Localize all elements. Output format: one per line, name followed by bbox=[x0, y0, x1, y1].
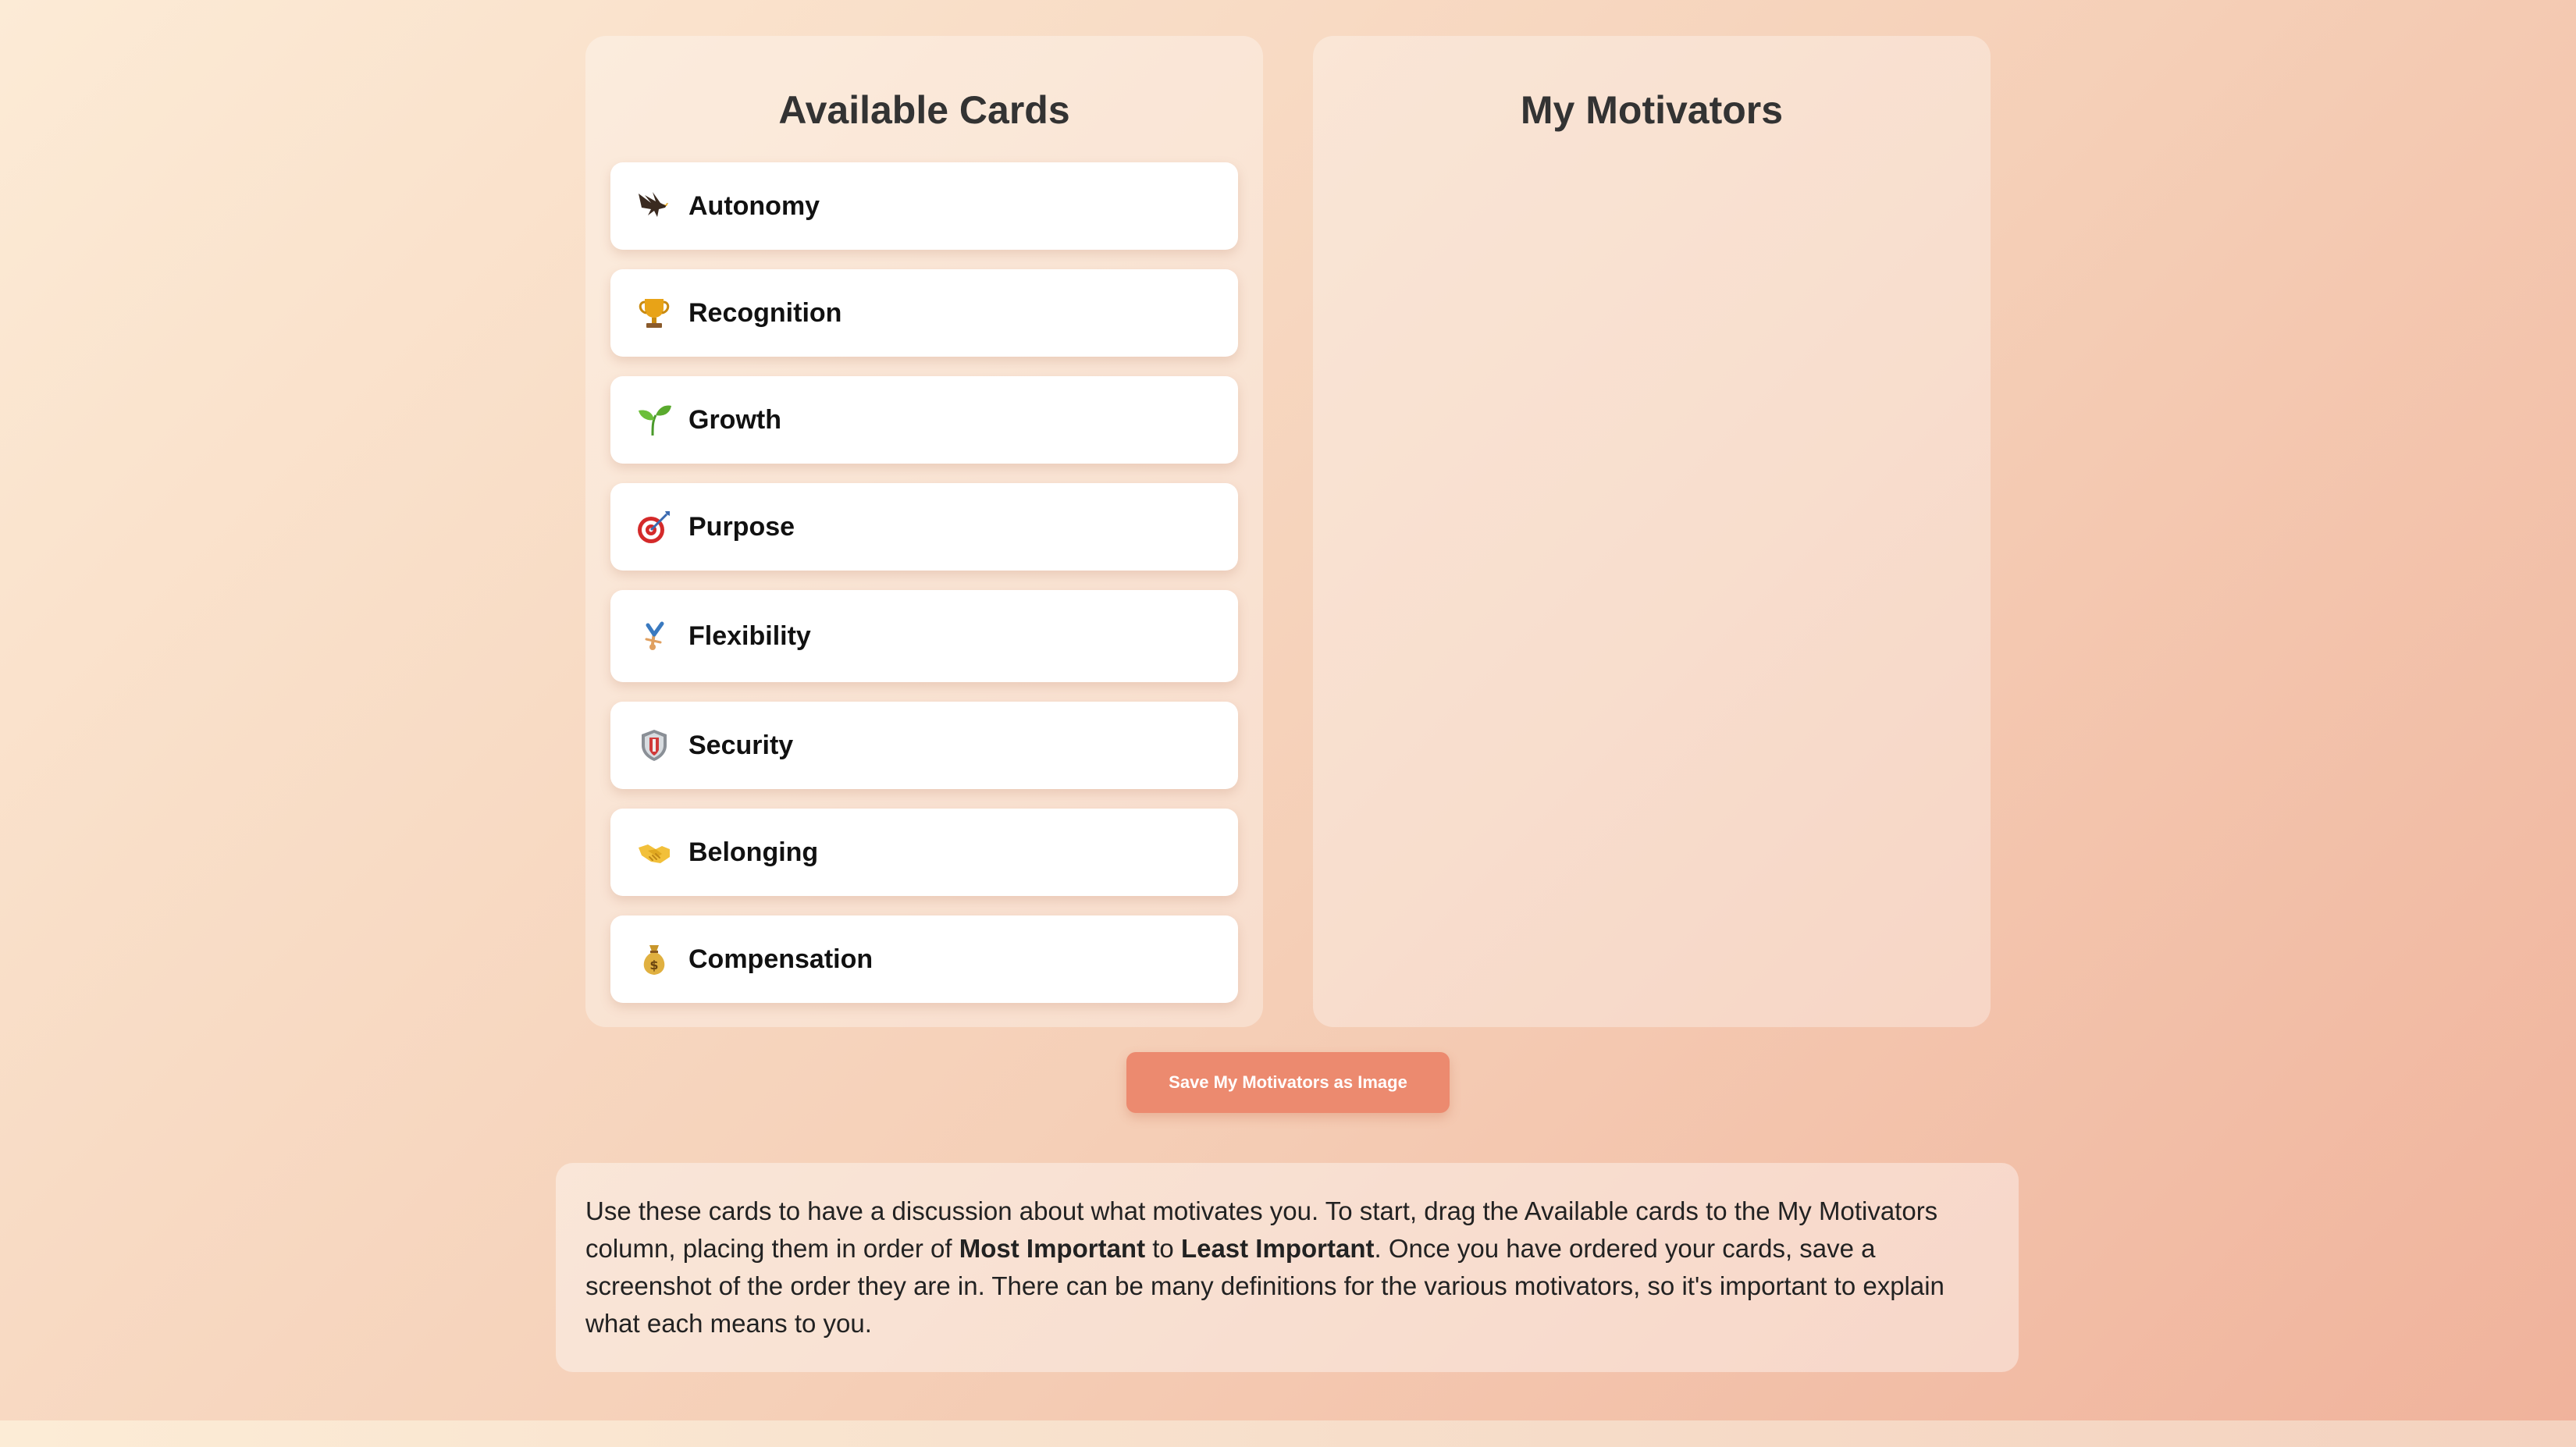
save-image-button[interactable]: Save My Motivators as Image bbox=[1126, 1052, 1450, 1113]
card-label: Compensation bbox=[688, 944, 873, 974]
bottom-strip bbox=[0, 1420, 2576, 1447]
my-motivators-column[interactable]: My Motivators bbox=[1313, 36, 1991, 1027]
trophy-icon bbox=[634, 293, 674, 333]
instructions-bold-least: Least Important bbox=[1180, 1234, 1375, 1263]
card-autonomy[interactable]: Autonomy bbox=[610, 162, 1238, 250]
instructions-panel: Use these cards to have a discussion abo… bbox=[556, 1163, 2019, 1372]
motivators-drop-zone[interactable] bbox=[1338, 162, 1966, 1002]
seedling-icon bbox=[634, 400, 674, 440]
available-cards-column[interactable]: Available Cards Autonomy Recognition Gro… bbox=[585, 36, 1263, 1027]
card-recognition[interactable]: Recognition bbox=[610, 269, 1238, 357]
target-icon bbox=[634, 507, 674, 547]
svg-text:$: $ bbox=[649, 958, 658, 972]
available-cards-title: Available Cards bbox=[778, 88, 1070, 132]
instructions-text: Use these cards to have a discussion abo… bbox=[585, 1193, 1989, 1342]
instructions-bold-most: Most Important bbox=[959, 1234, 1146, 1263]
card-label: Purpose bbox=[688, 511, 795, 542]
card-flexibility[interactable]: Flexibility bbox=[610, 590, 1238, 682]
card-label: Belonging bbox=[688, 837, 819, 867]
card-growth[interactable]: Growth bbox=[610, 376, 1238, 464]
card-label: Security bbox=[688, 730, 794, 760]
card-security[interactable]: Security bbox=[610, 702, 1238, 789]
money-bag-icon: $ bbox=[634, 939, 674, 979]
card-label: Growth bbox=[688, 404, 781, 435]
my-motivators-title: My Motivators bbox=[1520, 88, 1784, 132]
available-card-list: Autonomy Recognition Growth Purpose Flex… bbox=[610, 162, 1238, 1022]
gymnast-icon bbox=[634, 616, 674, 656]
card-compensation[interactable]: $ Compensation bbox=[610, 915, 1238, 1003]
shield-icon bbox=[634, 725, 674, 766]
card-purpose[interactable]: Purpose bbox=[610, 483, 1238, 571]
card-belonging[interactable]: Belonging bbox=[610, 809, 1238, 896]
handshake-icon bbox=[634, 832, 674, 873]
instructions-part2: to bbox=[1145, 1234, 1181, 1263]
card-label: Flexibility bbox=[688, 620, 811, 651]
card-label: Autonomy bbox=[688, 190, 820, 221]
eagle-icon bbox=[634, 186, 674, 226]
card-label: Recognition bbox=[688, 297, 842, 328]
